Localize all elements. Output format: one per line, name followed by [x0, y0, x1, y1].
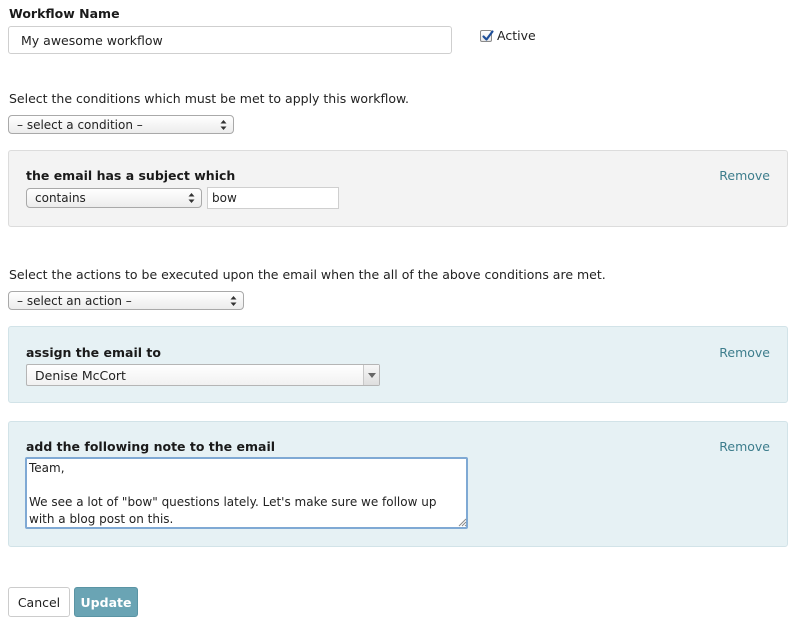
condition-select[interactable]: – select a condition – — [8, 115, 234, 134]
condition-operator-select[interactable]: contains — [26, 188, 202, 208]
action-select[interactable]: – select an action – — [8, 291, 244, 310]
condition-remove-link[interactable]: Remove — [719, 168, 770, 183]
assignee-dropdown-button[interactable] — [363, 365, 379, 385]
assign-action-panel: assign the email to Remove Denise McCort — [8, 326, 788, 403]
condition-select-value: – select a condition – — [17, 117, 143, 132]
workflow-name-label: Workflow Name — [9, 6, 120, 21]
workflow-name-value: My awesome workflow — [21, 32, 163, 48]
select-arrows-icon — [220, 119, 227, 130]
note-action-panel: add the following note to the email Remo… — [8, 421, 788, 547]
note-textarea[interactable]: Team, We see a lot of "bow" questions la… — [25, 457, 468, 529]
assignee-combobox[interactable]: Denise McCort — [26, 364, 380, 386]
conditions-instruction: Select the conditions which must be met … — [9, 91, 410, 106]
update-button[interactable]: Update — [74, 587, 138, 617]
condition-title: the email has a subject which — [26, 168, 236, 183]
condition-panel: the email has a subject which Remove con… — [8, 150, 788, 227]
condition-value-input[interactable]: bow — [207, 187, 339, 209]
triangle-down-icon — [368, 373, 376, 378]
actions-instruction: Select the actions to be executed upon t… — [9, 267, 606, 282]
select-arrows-icon — [188, 193, 195, 203]
workflow-name-input[interactable]: My awesome workflow — [8, 26, 452, 54]
select-arrows-icon — [230, 295, 237, 306]
active-checkbox[interactable] — [480, 30, 494, 42]
checkmark-icon — [482, 30, 494, 41]
active-label: Active — [497, 28, 536, 43]
assign-action-title: assign the email to — [26, 345, 161, 360]
assign-action-remove-link[interactable]: Remove — [719, 345, 770, 360]
assignee-value: Denise McCort — [35, 367, 126, 383]
resize-grip-icon[interactable] — [458, 518, 467, 527]
condition-value-text: bow — [212, 191, 237, 205]
action-select-value: – select an action – — [17, 293, 132, 308]
note-action-title: add the following note to the email — [26, 439, 276, 454]
cancel-button[interactable]: Cancel — [8, 587, 70, 617]
note-action-remove-link[interactable]: Remove — [719, 439, 770, 454]
condition-operator-value: contains — [35, 191, 86, 205]
